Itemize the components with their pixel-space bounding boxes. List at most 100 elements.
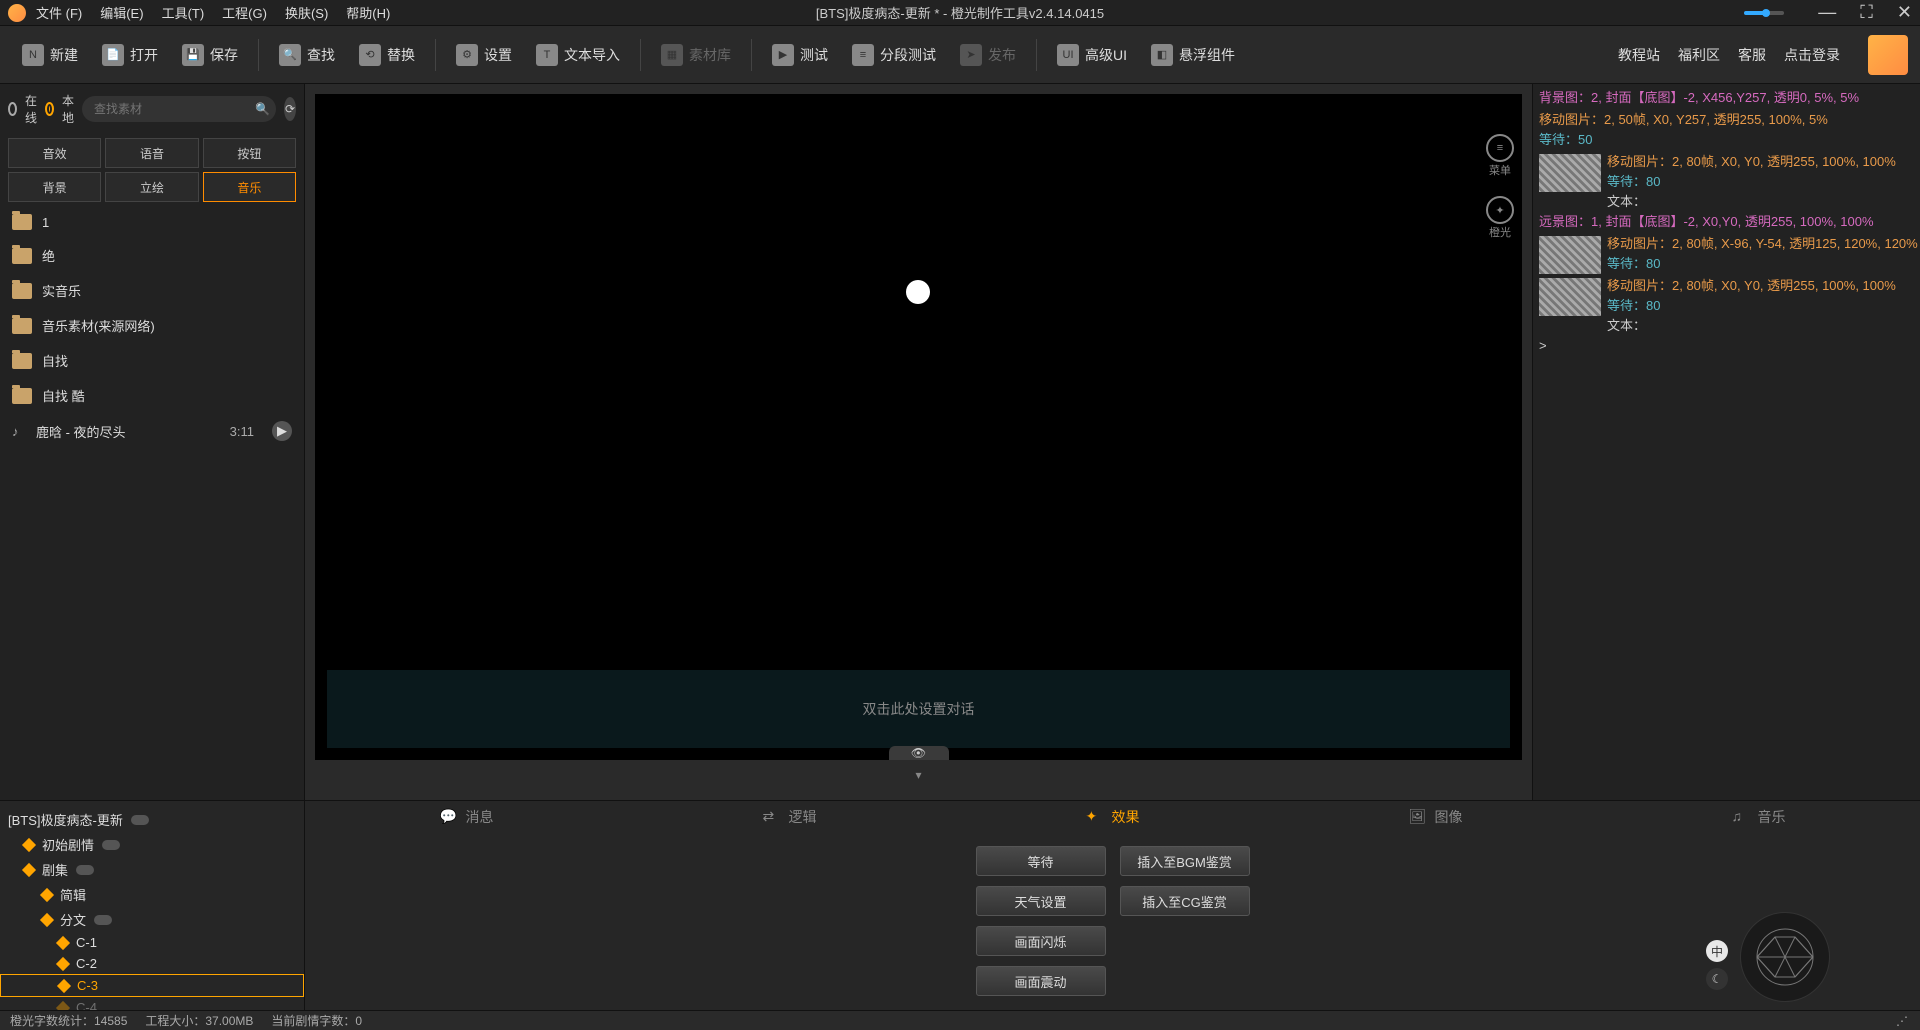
btn-weather[interactable]: 天气设置 (976, 886, 1106, 916)
script-line[interactable]: 等待：80 (1607, 296, 1914, 316)
script-cursor[interactable]: > (1539, 336, 1914, 356)
script-line[interactable]: 等待：80 (1607, 254, 1918, 274)
folder-item[interactable]: 实音乐 (0, 273, 304, 308)
script-line[interactable]: 移动图片：2, 80帧, X0, Y0, 透明255, 100%, 100% (1607, 152, 1914, 172)
text-import-icon: T (536, 44, 558, 66)
folder-item[interactable]: 自找 (0, 343, 304, 378)
tab-bg[interactable]: 背景 (8, 172, 101, 202)
tb-new[interactable]: N新建 (12, 38, 88, 72)
asset-search[interactable]: 🔍 (82, 96, 276, 122)
script-line[interactable]: 移动图片：2, 50帧, X0, Y257, 透明255, 100%, 5% (1539, 110, 1914, 130)
atab-logic[interactable]: ⇄逻辑 (628, 801, 951, 832)
tree-item-selected[interactable]: C-3 (0, 974, 304, 997)
stage-brand-button[interactable]: ✦ 橙光 (1486, 196, 1514, 240)
atab-music[interactable]: ♫音乐 (1597, 801, 1920, 832)
menu-help[interactable]: 帮助(H) (346, 3, 390, 22)
search-go-icon[interactable]: 🔍 (255, 102, 270, 116)
tb-replace[interactable]: ⟲替换 (349, 38, 425, 72)
resize-grip-icon[interactable]: ⋰ (1896, 1014, 1910, 1028)
tree-item[interactable]: 简辑 (0, 882, 304, 907)
asset-search-input[interactable] (88, 102, 255, 116)
tab-button[interactable]: 按钮 (203, 138, 296, 168)
visibility-toggle[interactable] (131, 815, 149, 825)
link-login[interactable]: 点击登录 (1784, 45, 1840, 65)
radio-local[interactable] (45, 102, 54, 116)
btn-insert-bgm[interactable]: 插入至BGM鉴赏 (1120, 846, 1250, 876)
script-line[interactable]: 等待：50 (1539, 130, 1914, 150)
tb-search[interactable]: 🔍查找 (269, 38, 345, 72)
tree-item[interactable]: C-2 (0, 953, 304, 974)
minimize-button[interactable]: — (1818, 2, 1836, 23)
toggle-dialog-visibility[interactable]: 👁 (889, 746, 949, 760)
volume-slider[interactable] (1744, 11, 1784, 15)
tb-segment-test[interactable]: ≡分段测试 (842, 38, 946, 72)
visibility-toggle[interactable] (102, 840, 120, 850)
folder-item[interactable]: 1 (0, 206, 304, 238)
user-avatar[interactable] (1868, 35, 1908, 75)
tab-music[interactable]: 音乐 (203, 172, 296, 202)
menu-edit[interactable]: 编辑(E) (100, 3, 143, 22)
menu-tools[interactable]: 工具(T) (162, 3, 205, 22)
close-button[interactable]: ✕ (1897, 2, 1912, 23)
tb-adv-ui[interactable]: UI高级UI (1047, 38, 1137, 72)
tb-test[interactable]: ▶测试 (762, 38, 838, 72)
atab-effect[interactable]: ✦效果 (951, 801, 1274, 832)
theme-toggle[interactable]: ☾ (1706, 968, 1728, 990)
tree-item[interactable]: 分文 (0, 907, 304, 932)
geo-widget[interactable] (1740, 912, 1830, 1002)
folder-item[interactable]: 音乐素材(来源网络) (0, 308, 304, 343)
tb-save[interactable]: 💾保存 (172, 38, 248, 72)
collapse-chevron-icon[interactable]: ▾ (915, 768, 921, 782)
refresh-button[interactable]: ⟳ (284, 97, 296, 121)
menu-file[interactable]: 文件 (F) (36, 3, 82, 22)
dialog-box[interactable]: 双击此处设置对话 (327, 670, 1510, 748)
link-support[interactable]: 客服 (1738, 45, 1766, 65)
btn-shake[interactable]: 画面震动 (976, 966, 1106, 996)
maximize-button[interactable]: ⛶ (1860, 2, 1873, 23)
tab-portrait[interactable]: 立绘 (105, 172, 198, 202)
tb-floating[interactable]: ◧悬浮组件 (1141, 38, 1245, 72)
script-line[interactable]: 背景图：2, 封面【底图】-2, X456,Y257, 透明0, 5%, 5% (1539, 88, 1914, 108)
folder-item[interactable]: 绝 (0, 238, 304, 273)
tree-item[interactable]: 初始剧情 (0, 832, 304, 857)
tab-voice[interactable]: 语音 (105, 138, 198, 168)
script-thumbnail[interactable] (1539, 278, 1601, 316)
tb-open[interactable]: 📄打开 (92, 38, 168, 72)
tb-assets[interactable]: ▦素材库 (651, 38, 741, 72)
atab-message[interactable]: 💬消息 (305, 801, 628, 832)
btn-insert-cg[interactable]: 插入至CG鉴赏 (1120, 886, 1250, 916)
radio-online[interactable] (8, 102, 17, 116)
tree-item[interactable]: C-1 (0, 932, 304, 953)
tb-text-import[interactable]: T文本导入 (526, 38, 630, 72)
stage-menu-button[interactable]: ≡ 菜单 (1486, 134, 1514, 178)
music-play-button[interactable]: ▶ (272, 421, 292, 441)
visibility-toggle[interactable] (76, 865, 94, 875)
tab-sfx[interactable]: 音效 (8, 138, 101, 168)
script-line[interactable]: 文本： (1607, 192, 1914, 212)
music-item[interactable]: ♪ 鹿晗 - 夜的尽头 3:11 ▶ (0, 413, 304, 449)
tb-settings[interactable]: ⚙设置 (446, 38, 522, 72)
tree-item[interactable]: C-4 (0, 997, 304, 1010)
link-welfare[interactable]: 福利区 (1678, 45, 1720, 65)
script-line[interactable]: 等待：80 (1607, 172, 1914, 192)
script-line[interactable]: 远景图：1, 封面【底图】-2, X0,Y0, 透明255, 100%, 100… (1539, 212, 1914, 232)
tree-root[interactable]: [BTS]极度病态-更新 (0, 807, 304, 832)
tb-publish[interactable]: ➤发布 (950, 38, 1026, 72)
link-tutorial[interactable]: 教程站 (1618, 45, 1660, 65)
menu-skin[interactable]: 换肤(S) (285, 3, 328, 22)
folder-item[interactable]: 自找 酷 (0, 378, 304, 413)
lang-toggle[interactable]: 中 (1706, 940, 1728, 962)
preview-stage[interactable]: ≡ 菜单 ✦ 橙光 双击此处设置对话 👁 (315, 94, 1522, 760)
btn-flash[interactable]: 画面闪烁 (976, 926, 1106, 956)
save-icon: 💾 (182, 44, 204, 66)
script-thumbnail[interactable] (1539, 154, 1601, 192)
script-thumbnail[interactable] (1539, 236, 1601, 274)
btn-wait[interactable]: 等待 (976, 846, 1106, 876)
menu-project[interactable]: 工程(G) (222, 3, 267, 22)
script-line[interactable]: 移动图片：2, 80帧, X-96, Y-54, 透明125, 120%, 12… (1607, 234, 1918, 254)
script-line[interactable]: 文本： (1607, 316, 1914, 336)
atab-image[interactable]: 🖼图像 (1274, 801, 1597, 832)
tree-item[interactable]: 剧集 (0, 857, 304, 882)
script-line[interactable]: 移动图片：2, 80帧, X0, Y0, 透明255, 100%, 100% (1607, 276, 1914, 296)
visibility-toggle[interactable] (94, 915, 112, 925)
